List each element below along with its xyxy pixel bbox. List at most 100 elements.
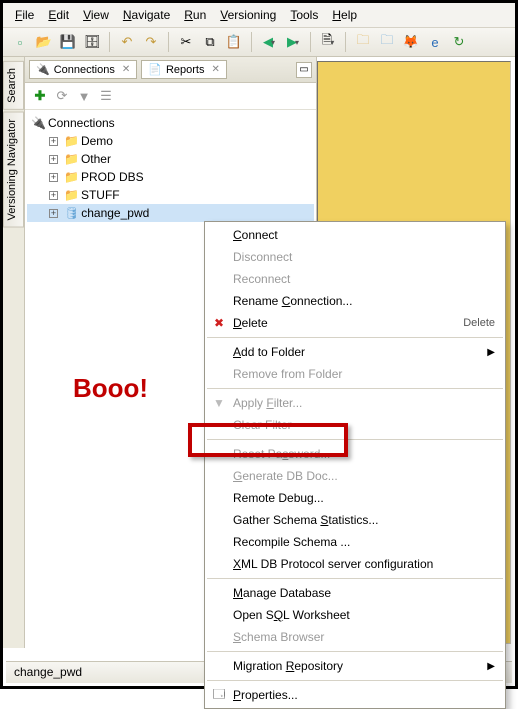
save-all-icon[interactable]: 🗄 <box>81 31 103 53</box>
ctx-clear-filter: Clear Filter <box>205 414 505 436</box>
status-text: change_pwd <box>14 665 82 679</box>
tree-item-change_pwd[interactable]: +🛢change_pwd <box>27 204 314 222</box>
tab-reports[interactable]: 📄 Reports ✕ <box>141 60 227 79</box>
tns-icon[interactable]: ☰ <box>97 87 115 105</box>
undo-icon[interactable]: ↶ <box>116 31 138 53</box>
ctx-item-label: Remote Debug... <box>233 491 324 505</box>
ctx-item-label: Properties... <box>233 688 298 702</box>
ctx-migration-repository[interactable]: Migration Repository▶ <box>205 655 505 677</box>
expand-icon[interactable]: + <box>49 209 58 218</box>
tab-icon: 📄 <box>148 63 162 76</box>
tab-label: Reports <box>166 64 205 76</box>
ctx-disconnect: Disconnect <box>205 246 505 268</box>
refresh-icon[interactable]: ⟳ <box>53 87 71 105</box>
ctx-remove-from-folder: Remove from Folder <box>205 363 505 385</box>
back-icon[interactable]: ◀ <box>258 31 280 53</box>
filter-icon[interactable]: ▼ <box>75 87 93 105</box>
tab-connections[interactable]: 🔌 Connections ✕ <box>29 60 137 79</box>
ctx-item-shortcut: Delete <box>463 317 495 329</box>
connection-context-menu: ConnectDisconnect Reconnect Rename Connect… <box>204 221 506 709</box>
ctx-manage-database[interactable]: Manage Database <box>205 582 505 604</box>
ctx-item-icon: ✖ <box>211 316 227 330</box>
main-toolbar: ▫📂💾🗄↶↷✂⧉📋◀▶🗎🗀🗀🦊e↻ <box>3 28 515 57</box>
ctx-item-label: Schema Browser <box>233 630 324 644</box>
ctx-xml-db-protocol-server-configuration[interactable]: XML DB Protocol server configuration <box>205 553 505 575</box>
sql-icon[interactable]: 🗎 <box>317 31 339 53</box>
expand-icon[interactable]: + <box>49 191 58 200</box>
open-icon[interactable]: 📂 <box>33 31 55 53</box>
ctx-item-label: Apply Filter... <box>233 396 302 410</box>
menubar: FileEditViewNavigateRunVersioningToolsHe… <box>3 3 515 28</box>
ie-icon[interactable]: e <box>424 31 446 53</box>
ctx-reconnect: Reconnect <box>205 268 505 290</box>
ctx-add-to-folder[interactable]: Add to Folder▶ <box>205 341 505 363</box>
tree-item-stuff[interactable]: +📁STUFF <box>27 186 314 204</box>
menu-versioning[interactable]: Versioning <box>214 6 282 24</box>
new-icon[interactable]: ▫ <box>9 31 31 53</box>
folder-icon: 📁 <box>64 134 79 148</box>
connections-icon: 🔌 <box>31 116 46 130</box>
ctx-schema-browser: Schema Browser <box>205 626 505 648</box>
menu-navigate[interactable]: Navigate <box>117 6 176 24</box>
ctx-remote-debug[interactable]: Remote Debug... <box>205 487 505 509</box>
ctx-properties[interactable]: 🗔 Properties... <box>205 684 505 706</box>
ext1-icon[interactable]: 🗀 <box>352 31 374 53</box>
search-panel[interactable]: Search <box>3 61 24 110</box>
reload-icon[interactable]: ↻ <box>448 31 470 53</box>
menu-run[interactable]: Run <box>178 6 212 24</box>
annotation-text: Booo! <box>73 373 148 404</box>
tab-label: Connections <box>54 64 115 76</box>
ctx-delete[interactable]: ✖DeleteDelete <box>205 312 505 334</box>
tree-root[interactable]: 🔌Connections <box>27 114 314 132</box>
menu-view[interactable]: View <box>77 6 115 24</box>
paste-icon[interactable]: 📋 <box>223 31 245 53</box>
ctx-item-label: Reconnect <box>233 272 290 286</box>
forward-icon[interactable]: ▶ <box>282 31 304 53</box>
ctx-item-label: Add to Folder <box>233 345 305 359</box>
expand-icon[interactable]: + <box>49 155 58 164</box>
close-icon[interactable]: ✕ <box>211 64 219 75</box>
redo-icon[interactable]: ↷ <box>140 31 162 53</box>
menu-help[interactable]: Help <box>326 6 363 24</box>
ctx-open-sql-worksheet[interactable]: Open SQL Worksheet <box>205 604 505 626</box>
ctx-item-label: Reset Password... <box>233 447 330 461</box>
expand-icon[interactable]: + <box>49 137 58 146</box>
ctx-item-icon: ▼ <box>211 396 227 410</box>
expand-icon[interactable]: + <box>49 173 58 182</box>
ctx-gather-schema-statistics[interactable]: Gather Schema Statistics... <box>205 509 505 531</box>
folder-icon: 📁 <box>64 188 79 202</box>
connections-toolbar: ✚⟳▼☰ <box>25 83 316 110</box>
add-icon[interactable]: ✚ <box>31 87 49 105</box>
firefox-icon[interactable]: 🦊 <box>400 31 422 53</box>
ctx-generate-db-doc: Generate DB Doc... <box>205 465 505 487</box>
ctx-item-label: Generate DB Doc... <box>233 469 338 483</box>
close-icon[interactable]: ✕ <box>122 64 130 75</box>
ctx-item-label: Clear Filter <box>233 418 292 432</box>
cut-icon[interactable]: ✂ <box>175 31 197 53</box>
ctx-reset-password: Reset Password... <box>205 443 505 465</box>
minimize-panel-icon[interactable]: ▭ <box>296 62 312 78</box>
ctx-item-label: Remove from Folder <box>233 367 342 381</box>
folder-icon: 📁 <box>64 152 79 166</box>
versioning-panel[interactable]: Versioning Navigator <box>3 112 24 228</box>
tab-icon: 🔌 <box>36 63 50 76</box>
copy-icon[interactable]: ⧉ <box>199 31 221 53</box>
tree-item-demo[interactable]: +📁Demo <box>27 132 314 150</box>
ctx-recompile-schema[interactable]: Recompile Schema ... <box>205 531 505 553</box>
ctx-item-label: XML DB Protocol server configuration <box>233 557 433 571</box>
menu-file[interactable]: File <box>9 6 40 24</box>
ctx-item-label: Recompile Schema ... <box>233 535 350 549</box>
ext2-icon[interactable]: 🗀 <box>376 31 398 53</box>
menu-tools[interactable]: Tools <box>284 6 324 24</box>
ctx-connect[interactable]: Connect <box>205 224 505 246</box>
tree-item-label: change_pwd <box>81 206 149 220</box>
tree-item-prod-dbs[interactable]: +📁PROD DBS <box>27 168 314 186</box>
save-icon[interactable]: 💾 <box>57 31 79 53</box>
left-dock: SearchVersioning Navigator <box>3 57 25 648</box>
tree-item-other[interactable]: + 📁Other <box>27 150 314 168</box>
ctx-item-icon: 🗔 <box>211 685 227 706</box>
folder-icon: 📁 <box>64 170 79 184</box>
ctx-rename-connection[interactable]: Rename Connection... <box>205 290 505 312</box>
tree-item-label: Other <box>81 152 111 166</box>
menu-edit[interactable]: Edit <box>42 6 75 24</box>
